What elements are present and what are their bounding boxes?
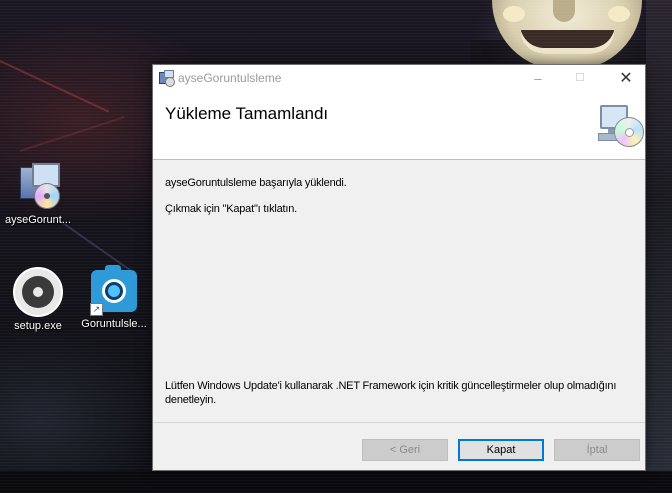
maximize-button[interactable]: ☐ [557, 65, 603, 92]
cancel-button[interactable]: İptal [554, 439, 640, 461]
update-notice: Lütfen Windows Update'i kullanarak .NET … [165, 380, 617, 406]
wallpaper-mask-cheek [608, 6, 630, 22]
button-separator [153, 422, 645, 423]
wallpaper-bottom [0, 471, 672, 493]
desktop-icon-app-shortcut[interactable]: ↗ Goruntulsle... [77, 265, 151, 331]
disc-setup-icon [13, 267, 63, 317]
wallpaper-streak [19, 116, 125, 152]
wizard-header: Yükleme Tamamlandı [153, 92, 645, 160]
minimize-button[interactable]: – [515, 65, 561, 92]
window-title: ayseGoruntulsleme [178, 71, 282, 85]
wallpaper-mask-nose [553, 0, 575, 22]
page-title: Yükleme Tamamlandı [165, 104, 329, 123]
camera-app-icon: ↗ [90, 265, 137, 316]
wallpaper-streak [59, 220, 135, 274]
installer-title-icon [158, 70, 175, 87]
desktop-icon-label: setup.exe [14, 320, 62, 332]
close-button[interactable]: Kapat [458, 439, 544, 461]
wallpaper-mask-cheek [503, 6, 525, 22]
exit-instruction: Çıkmak için "Kapat"ı tıklatın. [165, 203, 298, 215]
desktop-icon-setup[interactable]: setup.exe [1, 267, 75, 333]
wallpaper-mask [492, 0, 642, 70]
wallpaper-edge [646, 0, 672, 493]
title-bar[interactable]: ayseGoruntulsleme – ☐ ✕ [153, 65, 645, 92]
close-window-button[interactable]: ✕ [603, 65, 649, 92]
desktop-icon-label: Goruntulsle... [81, 318, 147, 330]
back-button[interactable]: < Geri [362, 439, 448, 461]
installer-package-icon [14, 163, 62, 211]
desktop-icon-installer[interactable]: ayseGorunt... [1, 163, 75, 227]
installer-window: ayseGoruntulsleme – ☐ ✕ Yükleme Tamamlan… [152, 64, 646, 471]
success-message: ayseGoruntulsleme başarıyla yüklendi. [165, 177, 347, 189]
wallpaper-streak [0, 60, 110, 113]
wallpaper-mask-mouth [520, 30, 615, 54]
desktop-icon-label: ayseGorunt... [4, 214, 72, 226]
computer-cd-icon [598, 103, 644, 147]
shortcut-arrow-icon: ↗ [90, 303, 103, 316]
